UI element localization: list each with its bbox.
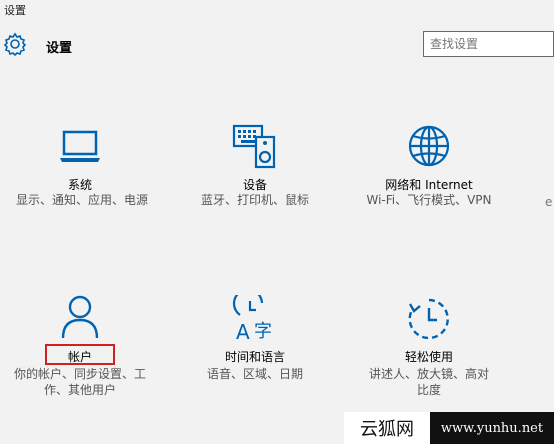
tile-devices[interactable]: 设备 蓝牙、打印机、鼠标 <box>175 120 335 230</box>
tile-label: 轻松使用 <box>404 350 453 364</box>
tile-description: Wi-Fi、飞行模式、VPN <box>366 193 492 207</box>
tile-system[interactable]: 系统 显示、通知、应用、电源 <box>0 120 160 230</box>
globe-icon <box>408 125 450 167</box>
devices-icon <box>232 124 276 169</box>
watermark: 云狐网 www.yunhu.net <box>344 412 554 444</box>
search-input[interactable] <box>430 35 548 53</box>
window-title: 设置 <box>4 4 26 17</box>
gear-icon <box>3 32 27 57</box>
watermark-url: www.yunhu.net <box>430 412 554 444</box>
tile-network[interactable]: 网络和 Internet Wi-Fi、飞行模式、VPN <box>349 120 509 230</box>
tile-ease-of-access[interactable]: 轻松使用 讲述人、放大镜、高对比度 <box>349 290 509 402</box>
partial-tile-description: e <box>545 195 553 209</box>
tile-label: 系统 <box>67 178 92 192</box>
svg-text:A: A <box>236 320 250 343</box>
tile-label: 网络和 Internet <box>385 178 473 192</box>
person-icon <box>61 295 99 339</box>
ease-of-access-icon <box>408 298 449 340</box>
page-title: 设置 <box>46 41 73 56</box>
tile-description: 语音、区域、日期 <box>206 367 303 381</box>
tile-description: 讲述人、放大镜、高对比度 <box>368 367 489 397</box>
time-language-icon: A 字 <box>232 295 272 343</box>
tile-label: 时间和语言 <box>224 350 285 364</box>
search-box[interactable] <box>423 31 554 57</box>
tile-time-language[interactable]: A 字 时间和语言 语音、区域、日期 <box>175 290 335 402</box>
laptop-icon <box>60 130 100 162</box>
watermark-text: 云狐网 <box>360 419 414 440</box>
svg-text:字: 字 <box>254 321 272 342</box>
highlight-box <box>45 344 115 365</box>
tile-description: 你的帐户、同步设置、工作、其他用户 <box>13 367 146 397</box>
tile-description: 蓝牙、打印机、鼠标 <box>200 193 309 207</box>
tile-label: 设备 <box>242 178 267 192</box>
tile-description: 显示、通知、应用、电源 <box>15 193 148 207</box>
